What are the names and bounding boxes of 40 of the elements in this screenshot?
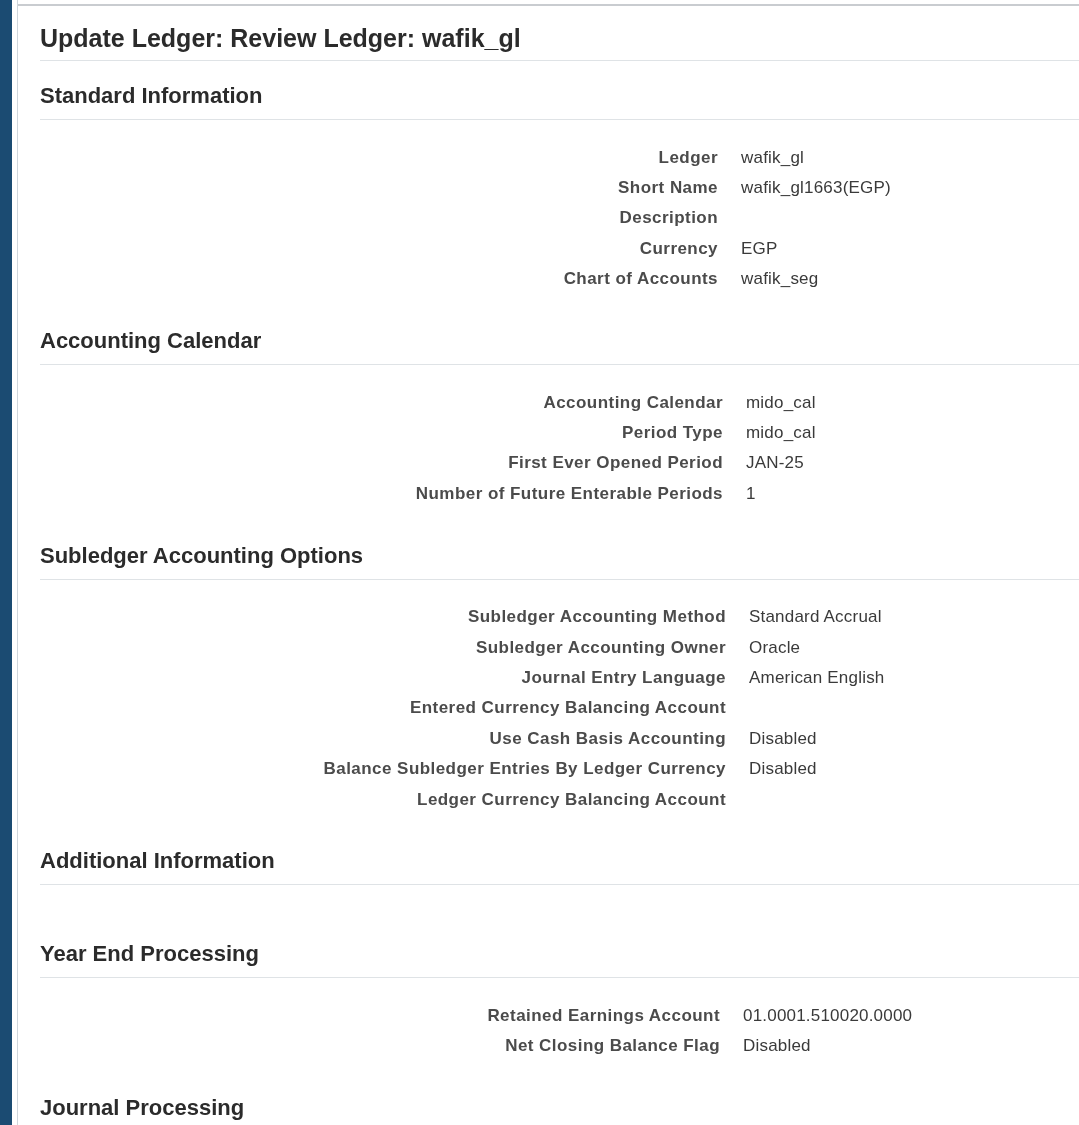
- field-value: mido_cal: [746, 391, 816, 413]
- field-label: Subledger Accounting Method: [468, 606, 726, 628]
- field-label: Journal Entry Language: [521, 667, 726, 688]
- field-label: Number of Future Enterable Periods: [415, 482, 723, 504]
- field-label: Currency: [639, 237, 718, 259]
- page-title: Update Ledger: Review Ledger: wafik_gl: [40, 23, 521, 53]
- field-value: Disabled: [743, 1035, 811, 1057]
- field-value: Disabled: [749, 758, 817, 780]
- field-label: Ledger Currency Balancing Account: [417, 788, 726, 810]
- section-heading: Standard Information: [40, 83, 263, 109]
- field-value: Oracle: [749, 636, 801, 658]
- section-heading: Additional Information: [40, 848, 275, 875]
- field-label: Period Type: [622, 422, 723, 444]
- field-label: Short Name: [618, 177, 718, 199]
- field-value: 1: [746, 482, 756, 504]
- field-label: Net Closing Balance Flag: [505, 1035, 720, 1057]
- section-heading: Year End Processing: [40, 941, 259, 968]
- section-heading: Subledger Accounting Options: [40, 542, 364, 569]
- field-value: American English: [749, 667, 885, 688]
- field-label: Retained Earnings Account: [487, 1004, 720, 1026]
- field-label: Subledger Accounting Owner: [475, 636, 726, 658]
- field-label: Description: [619, 207, 718, 229]
- field-value: wafik_gl: [741, 146, 805, 168]
- field-value: Standard Accrual: [749, 606, 882, 628]
- field-label: First Ever Opened Period: [508, 452, 723, 474]
- field-value: EGP: [741, 237, 778, 259]
- field-value: wafik_gl1663(EGP): [741, 177, 891, 199]
- field-value: Disabled: [749, 727, 817, 749]
- field-label: Ledger: [658, 146, 718, 168]
- field-label: Balance Subledger Entries By Ledger Currency: [323, 758, 726, 780]
- field-value: mido_cal: [746, 422, 816, 444]
- field-label: Chart of Accounts: [563, 268, 718, 290]
- section-heading: Accounting Calendar: [40, 327, 262, 354]
- field-value: 01.0001.510020.0000: [743, 1004, 913, 1026]
- field-label: Accounting Calendar: [543, 391, 723, 413]
- field-label: Entered Currency Balancing Account: [410, 697, 726, 719]
- field-value: JAN-25: [746, 452, 804, 474]
- field-value: wafik_seg: [741, 268, 819, 290]
- field-label: Use Cash Basis Accounting: [489, 727, 726, 749]
- section-heading: Journal Processing: [40, 1095, 245, 1122]
